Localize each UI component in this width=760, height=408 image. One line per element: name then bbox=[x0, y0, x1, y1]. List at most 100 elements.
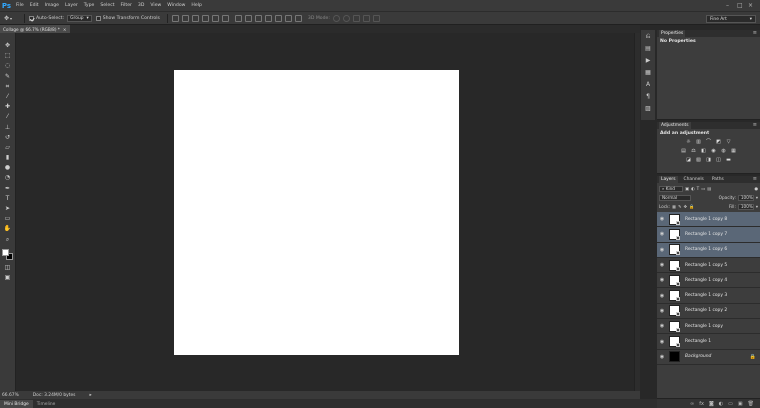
filter-adjustment-icon[interactable]: ◐ bbox=[691, 186, 695, 191]
layer-row-background[interactable]: ◉ Background 🔒 bbox=[657, 349, 760, 365]
link-layers-icon[interactable]: ∞ bbox=[690, 401, 694, 407]
add-mask-icon[interactable]: ◙ bbox=[709, 401, 714, 407]
tab-timeline[interactable]: Timeline bbox=[33, 400, 60, 408]
history-brush-tool-icon[interactable]: ↺ bbox=[3, 134, 12, 141]
info-panel-icon[interactable]: ▤ bbox=[645, 45, 652, 52]
color-lookup-icon[interactable]: ▦ bbox=[731, 149, 737, 154]
actions-icon[interactable]: ▶ bbox=[645, 57, 652, 64]
marquee-tool-icon[interactable]: ⬚ bbox=[3, 53, 12, 59]
tab-mini-bridge[interactable]: Mini Bridge bbox=[0, 400, 33, 408]
clone-stamp-tool-icon[interactable]: ⊥ bbox=[3, 124, 12, 131]
visibility-eye-icon[interactable]: ◉ bbox=[657, 323, 667, 329]
eraser-tool-icon[interactable]: ▱ bbox=[3, 144, 12, 151]
menu-file[interactable]: File bbox=[13, 3, 27, 8]
photo-filter-icon[interactable]: ◉ bbox=[711, 149, 717, 154]
auto-select-checkbox[interactable] bbox=[29, 15, 34, 21]
vibrance-icon[interactable]: ▽ bbox=[726, 140, 732, 145]
distribute-hcenter-icon[interactable] bbox=[274, 14, 282, 22]
align-left-icon[interactable] bbox=[201, 14, 209, 22]
levels-icon[interactable]: ▥ bbox=[696, 140, 702, 145]
new-layer-icon[interactable]: ▣ bbox=[738, 401, 743, 407]
workspace-dropdown[interactable]: Fine Art ▾ bbox=[706, 15, 756, 23]
tool-preset-picker[interactable]: ✥ ▾ bbox=[4, 14, 20, 23]
distribute-left-icon[interactable] bbox=[264, 14, 272, 22]
screen-mode-icon[interactable]: ▣ bbox=[3, 275, 12, 281]
tab-paths[interactable]: Paths bbox=[710, 176, 726, 183]
layer-row[interactable]: ◉ Rectangle 1 copy 6 bbox=[657, 242, 760, 258]
menu-window[interactable]: Window bbox=[164, 3, 188, 8]
threshold-icon[interactable]: ◨ bbox=[706, 158, 712, 163]
tab-layers[interactable]: Layers bbox=[659, 176, 678, 183]
menu-filter[interactable]: Filter bbox=[118, 3, 135, 8]
visibility-eye-icon[interactable]: ◉ bbox=[657, 277, 667, 283]
close-tab-icon[interactable]: × bbox=[63, 27, 67, 32]
channel-mixer-icon[interactable]: ◍ bbox=[721, 149, 727, 154]
exposure-icon[interactable]: ◩ bbox=[716, 140, 722, 145]
color-balance-icon[interactable]: ⚖ bbox=[691, 149, 697, 154]
menu-view[interactable]: View bbox=[147, 3, 164, 8]
minimize-icon[interactable]: – bbox=[726, 2, 732, 9]
brush-presets-icon[interactable]: ▨ bbox=[645, 105, 652, 112]
menu-select[interactable]: Select bbox=[97, 3, 117, 8]
visibility-eye-icon[interactable]: ◉ bbox=[657, 308, 667, 314]
align-right-icon[interactable] bbox=[221, 14, 229, 22]
lock-all-icon[interactable]: 🔒 bbox=[689, 204, 694, 210]
crop-tool-icon[interactable]: ⌗ bbox=[3, 83, 12, 90]
panel-menu-icon[interactable]: ≡ bbox=[753, 30, 757, 36]
panel-menu-icon[interactable]: ≡ bbox=[753, 122, 757, 128]
filter-smart-object-icon[interactable]: ▤ bbox=[707, 186, 711, 191]
3d-drag-icon[interactable] bbox=[352, 14, 360, 22]
layer-row[interactable]: ◉ Rectangle 1 copy 7 bbox=[657, 227, 760, 243]
3d-roll-icon[interactable] bbox=[342, 14, 350, 22]
distribute-top-icon[interactable] bbox=[234, 14, 242, 22]
history-icon[interactable]: ⎌ bbox=[645, 33, 652, 40]
filter-toggle-icon[interactable]: ● bbox=[754, 186, 758, 191]
hue-saturation-icon[interactable]: ▤ bbox=[681, 149, 687, 154]
distribute-right-icon[interactable] bbox=[284, 14, 292, 22]
auto-select-mode-dropdown[interactable]: Group ▾ bbox=[67, 14, 92, 22]
status-menu-icon[interactable]: ▸ bbox=[89, 393, 91, 398]
posterize-icon[interactable]: ▧ bbox=[696, 158, 702, 163]
doc-info[interactable]: Doc: 3.24M/0 bytes bbox=[33, 393, 76, 398]
layer-row[interactable]: ◉ Rectangle 1 copy 3 bbox=[657, 288, 760, 304]
align-hcenter-icon[interactable] bbox=[211, 14, 219, 22]
new-adjustment-layer-icon[interactable]: ◐ bbox=[719, 401, 723, 407]
filter-type-icon[interactable]: T bbox=[697, 186, 700, 191]
layer-filter-kind[interactable]: ⌕ Kind bbox=[659, 185, 683, 192]
character-panel-icon[interactable]: A bbox=[645, 81, 652, 88]
foreground-color-swatch[interactable] bbox=[1, 248, 9, 256]
chevron-down-icon[interactable]: ▾ bbox=[756, 195, 758, 200]
tab-channels[interactable]: Channels bbox=[682, 176, 706, 183]
shape-tool-icon[interactable]: ▭ bbox=[3, 216, 12, 222]
fill-field[interactable]: 100% bbox=[737, 203, 754, 210]
layer-row[interactable]: ◉ Rectangle 1 copy 2 bbox=[657, 303, 760, 320]
brightness-contrast-icon[interactable]: ☼ bbox=[686, 140, 692, 145]
quick-select-tool-icon[interactable]: ✎ bbox=[3, 73, 12, 80]
lock-image-icon[interactable]: ✎ bbox=[678, 204, 682, 209]
type-tool-icon[interactable]: T bbox=[3, 195, 12, 202]
auto-align-icon[interactable] bbox=[294, 14, 302, 22]
align-bottom-icon[interactable] bbox=[191, 14, 199, 22]
hand-tool-icon[interactable]: ✋ bbox=[3, 226, 12, 232]
distribute-vcenter-icon[interactable] bbox=[244, 14, 252, 22]
filter-shape-icon[interactable]: ▭ bbox=[701, 186, 705, 191]
visibility-eye-icon[interactable]: ◉ bbox=[657, 293, 667, 299]
3d-scale-icon[interactable] bbox=[372, 14, 380, 22]
paragraph-panel-icon[interactable]: ¶ bbox=[645, 93, 652, 100]
visibility-eye-icon[interactable]: ◉ bbox=[657, 231, 667, 237]
curves-icon[interactable]: ⌒ bbox=[706, 140, 712, 145]
pen-tool-icon[interactable]: ✒ bbox=[3, 185, 12, 192]
dodge-tool-icon[interactable]: ◔ bbox=[3, 175, 12, 181]
black-white-icon[interactable]: ◧ bbox=[701, 149, 707, 154]
filter-pixel-icon[interactable]: ▣ bbox=[685, 186, 689, 191]
invert-icon[interactable]: ◪ bbox=[686, 158, 692, 163]
visibility-eye-icon[interactable]: ◉ bbox=[657, 354, 667, 360]
blur-tool-icon[interactable]: ● bbox=[3, 165, 12, 171]
close-icon[interactable]: × bbox=[748, 2, 754, 9]
lock-position-icon[interactable]: ✥ bbox=[683, 204, 687, 209]
align-top-icon[interactable] bbox=[171, 14, 179, 22]
layer-row[interactable]: ◉ Rectangle 1 bbox=[657, 334, 760, 350]
3d-rotate-icon[interactable] bbox=[332, 14, 340, 22]
layer-style-icon[interactable]: fx bbox=[699, 401, 704, 407]
path-select-tool-icon[interactable]: ➤ bbox=[3, 206, 12, 212]
